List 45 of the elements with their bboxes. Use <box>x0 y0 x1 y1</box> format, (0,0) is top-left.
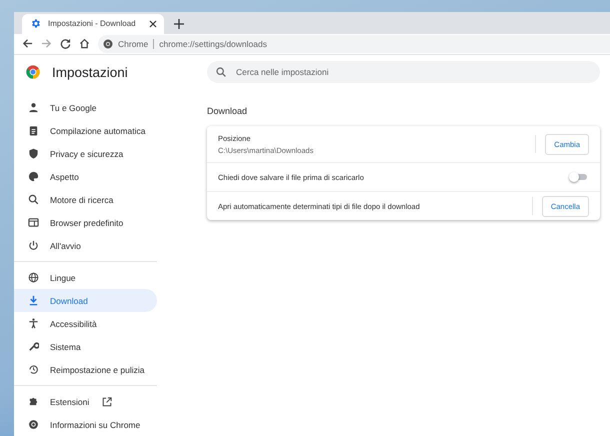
wrench-icon <box>28 341 39 352</box>
shield-icon <box>28 148 39 159</box>
history-icon <box>28 364 39 375</box>
sidebar-item[interactable]: Accessibilità <box>14 312 157 335</box>
sidebar-item[interactable]: Lingue <box>14 266 157 289</box>
sidebar-item[interactable]: Download <box>14 289 157 312</box>
back-arrow-icon[interactable] <box>22 38 33 50</box>
new-tab-icon[interactable] <box>174 18 184 29</box>
chrome-icon <box>28 419 39 430</box>
sidebar-item[interactable]: Tu e Google <box>14 96 157 119</box>
sidebar-item[interactable]: Reimpostazione e pulizia <box>14 358 157 381</box>
puzzle-icon <box>28 396 39 407</box>
toggle-switch[interactable] <box>571 174 587 180</box>
sidebar-item[interactable]: Motore di ricerca <box>14 188 157 211</box>
home-icon[interactable] <box>79 38 90 50</box>
section-title: Download <box>207 106 248 116</box>
sidebar-item[interactable]: Sistema <box>14 335 157 358</box>
address-bar[interactable]: Chrome chrome://settings/downloads <box>98 34 610 53</box>
person-icon <box>28 102 39 113</box>
clipboard-icon <box>28 125 39 136</box>
browser-tab[interactable]: Impostazioni - Download <box>22 14 164 34</box>
close-icon[interactable] <box>149 20 157 28</box>
browser-icon <box>28 217 39 228</box>
chrome-logo-icon <box>103 38 113 49</box>
reload-icon[interactable] <box>60 38 71 50</box>
sidebar-item[interactable]: Compilazione automatica <box>14 119 157 142</box>
download-icon <box>28 295 39 306</box>
chrome-logo-icon <box>26 65 40 79</box>
sidebar-item[interactable]: Informazioni su Chrome <box>14 413 157 436</box>
sidebar-item[interactable]: Browser predefinito <box>14 211 157 234</box>
sidebar-item[interactable]: Aspetto <box>14 165 157 188</box>
accessibility-icon <box>28 318 39 329</box>
search-icon <box>28 194 39 205</box>
tab-title: Impostazioni - Download <box>48 19 137 28</box>
sidebar-item[interactable]: Estensioni <box>14 390 157 413</box>
power-icon <box>28 240 39 251</box>
sidebar-item[interactable]: All'avvio <box>14 234 157 257</box>
url-text: chrome://settings/downloads <box>159 38 267 49</box>
palette-icon <box>28 171 39 182</box>
settings-icon <box>30 18 41 30</box>
page-title: Impostazioni <box>52 64 128 80</box>
search-field[interactable]: Cerca nelle impostazioni <box>207 61 600 83</box>
sidebar-item[interactable]: Privacy e sicurezza <box>14 142 157 165</box>
site-label: Chrome <box>118 38 148 49</box>
globe-icon <box>28 272 39 283</box>
